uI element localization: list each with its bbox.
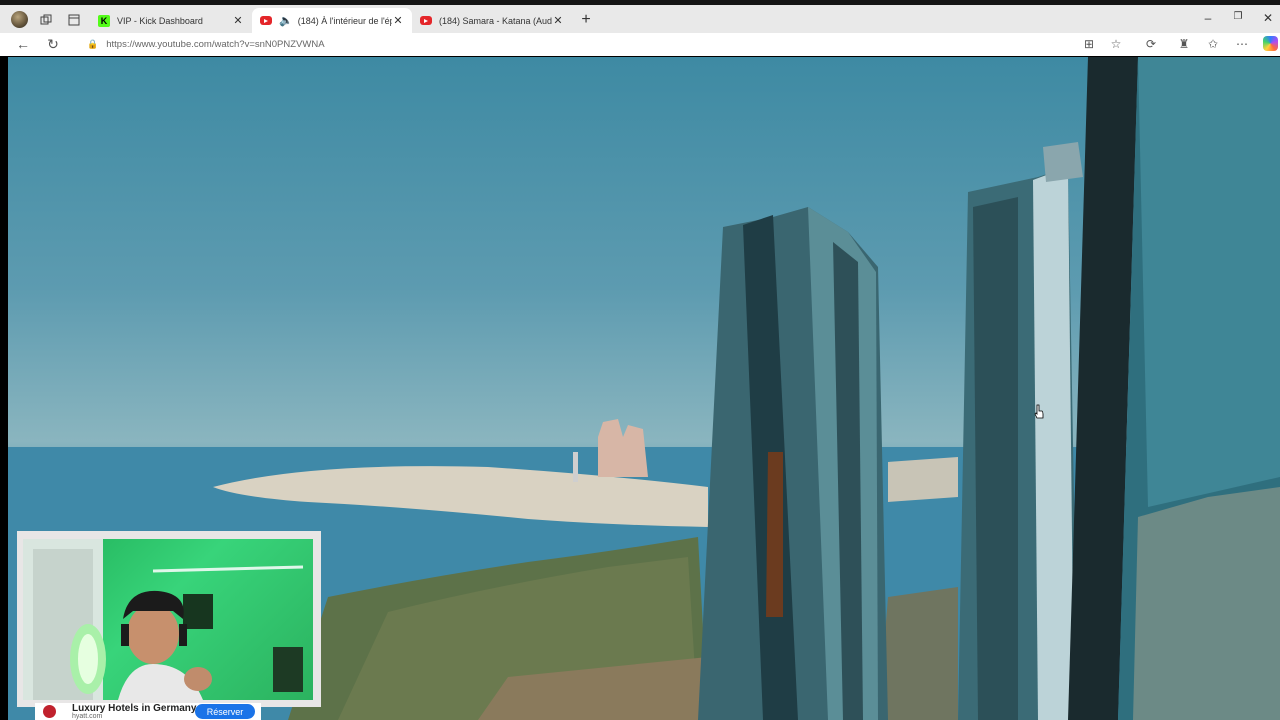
tab-youtube-samara[interactable]: (184) Samara - Katana (Audio) - Y ✕ [412,8,572,33]
tab-strip: K VIP - Kick Dashboard ✕ 🔈 (184) À l'int… [0,0,1280,33]
close-tab-icon[interactable]: ✕ [392,14,404,27]
browser-essentials-icon[interactable]: ♜ [1175,37,1193,51]
favorite-star-icon[interactable]: ☆ [1107,37,1125,51]
more-menu-icon[interactable]: ⋯ [1233,37,1251,51]
tab-actions-icon[interactable] [65,11,83,29]
restore-icon[interactable]: ❐ [1228,11,1248,22]
ad-domain: hyatt.com [72,713,103,720]
tab-title: (184) Samara - Katana (Audio) - Y [439,15,552,26]
reserve-button[interactable]: Réserver [195,704,255,719]
new-tab-icon[interactable]: + [577,11,595,29]
youtube-icon [420,16,432,25]
close-tab-icon[interactable]: ✕ [552,14,564,27]
tab-youtube-active[interactable]: 🔈 (184) À l'intérieur de l'épidém ✕ [252,8,412,33]
workspaces-icon[interactable] [37,11,55,29]
lock-icon: 🔒 [87,39,99,49]
copilot-icon[interactable] [1263,36,1278,51]
url-text: https://www.youtube.com/watch?v=snN0PNZV… [106,39,325,50]
reload-icon[interactable]: ↻ [44,36,62,53]
webcam-overlay [17,531,321,707]
address-bar-row: ← ↻ 🔒 https://www.youtube.com/watch?v=sn… [0,33,1280,56]
extensions-icon[interactable]: ⟳ [1142,37,1160,51]
close-window-icon[interactable]: ✕ [1258,11,1278,25]
minimize-icon[interactable]: – [1198,11,1218,25]
youtube-icon [260,16,272,25]
tab-title: (184) À l'intérieur de l'épidém [297,15,392,26]
app-available-icon[interactable]: ⊞ [1080,37,1098,51]
tab-kick-dashboard[interactable]: K VIP - Kick Dashboard ✕ [90,8,252,33]
back-icon[interactable]: ← [14,36,32,52]
advertiser-logo-icon [43,705,56,718]
speaker-icon[interactable]: 🔈 [279,14,293,27]
profile-avatar-icon[interactable] [11,11,28,28]
webcam-feed [23,539,313,700]
streamer-image [23,539,304,700]
kick-icon: K [98,14,110,27]
tab-title: VIP - Kick Dashboard [117,15,203,26]
ad-banner[interactable]: Luxury Hotels in Germany hyatt.com Réser… [35,703,261,720]
url-field[interactable]: 🔒 https://www.youtube.com/watch?v=snN0PN… [80,35,1130,54]
close-tab-icon[interactable]: ✕ [232,14,244,27]
hand-cursor-icon [1034,404,1044,419]
favorites-icon[interactable]: ✩ [1204,37,1222,51]
